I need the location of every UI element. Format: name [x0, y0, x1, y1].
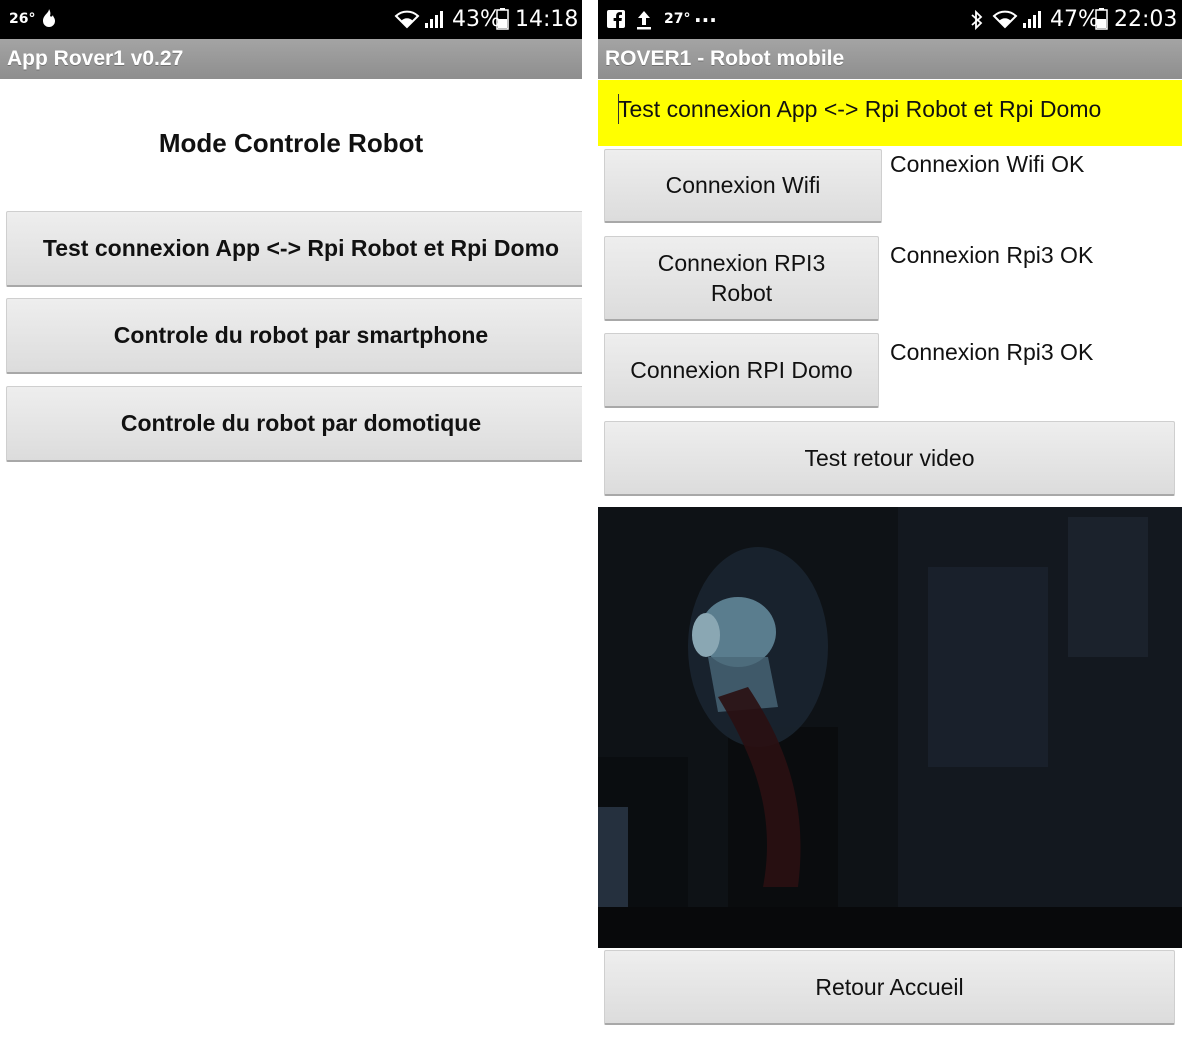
- right-screen: 27° ... 47% 22:03 ROVER1 - Robot mobile …: [598, 0, 1182, 1048]
- connection-test-banner[interactable]: Test connexion App <-> Rpi Robot et Rpi …: [598, 80, 1182, 146]
- temperature-text: 26°: [9, 11, 36, 27]
- rpi-domo-status-text: Connexion Rpi3 OK: [890, 339, 1094, 365]
- app-title-bar: ROVER1 - Robot mobile: [598, 39, 1182, 79]
- home-automation-control-button[interactable]: Controle du robot par domotique: [6, 386, 582, 462]
- video-frame-image: [598, 507, 1182, 948]
- rpi3-robot-connect-button[interactable]: Connexion RPI3 Robot: [604, 236, 879, 321]
- rpi3-robot-connect-label-line1: Connexion RPI3: [657, 250, 826, 276]
- return-home-button[interactable]: Retour Accueil: [604, 950, 1175, 1025]
- clock-text: 22:03: [1114, 7, 1178, 32]
- status-bar: 26° 43% 14:18: [0, 0, 582, 39]
- video-test-button[interactable]: Test retour video: [604, 421, 1175, 496]
- status-bar: 27° ... 47% 22:03: [598, 0, 1182, 39]
- smartphone-control-label: Controle du robot par smartphone: [113, 322, 489, 348]
- signal-icon: [424, 9, 444, 29]
- bluetooth-icon: [970, 9, 984, 31]
- wifi-icon: [992, 9, 1018, 29]
- battery-percent-text: 43%: [452, 7, 501, 32]
- notifications-overflow: ...: [694, 3, 717, 27]
- video-feed: [598, 507, 1182, 948]
- page-heading: Mode Controle Robot: [158, 128, 424, 158]
- video-test-label: Test retour video: [804, 444, 975, 471]
- wifi-icon: [394, 9, 420, 29]
- battery-icon: [496, 8, 509, 30]
- app-title-bar: App Rover1 v0.27: [0, 39, 582, 79]
- text-cursor: [618, 94, 619, 124]
- fire-icon: [40, 9, 58, 29]
- upload-icon: [636, 9, 652, 31]
- signal-icon: [1022, 9, 1042, 29]
- wifi-connect-label: Connexion Wifi: [665, 172, 821, 198]
- rpi3-robot-status-text: Connexion Rpi3 OK: [890, 242, 1094, 268]
- left-screen: 26° 43% 14:18 App Rover1 v0.27 Mode Cont…: [0, 0, 582, 1048]
- wifi-connect-button[interactable]: Connexion Wifi: [604, 149, 882, 223]
- smartphone-control-button[interactable]: Controle du robot par smartphone: [6, 298, 582, 374]
- test-connection-label: Test connexion App <-> Rpi Robot et Rpi …: [42, 235, 560, 261]
- wifi-status-text: Connexion Wifi OK: [890, 151, 1085, 177]
- return-home-label: Retour Accueil: [815, 973, 964, 1000]
- facebook-icon: [607, 10, 625, 30]
- rpi3-robot-connect-label-line2: Robot: [710, 280, 773, 306]
- home-automation-control-label: Controle du robot par domotique: [120, 410, 482, 436]
- test-connection-button[interactable]: Test connexion App <-> Rpi Robot et Rpi …: [6, 211, 582, 287]
- rpi-domo-connect-label: Connexion RPI Domo: [630, 356, 853, 383]
- battery-icon: [1095, 8, 1108, 30]
- temperature-text: 27°: [664, 11, 691, 27]
- rpi-domo-connect-button[interactable]: Connexion RPI Domo: [604, 333, 879, 408]
- battery-percent-text: 47%: [1050, 7, 1099, 32]
- clock-text: 14:18: [515, 7, 579, 32]
- connection-test-banner-text: Test connexion App <-> Rpi Robot et Rpi …: [618, 96, 1102, 122]
- screen-divider: [582, 0, 598, 1048]
